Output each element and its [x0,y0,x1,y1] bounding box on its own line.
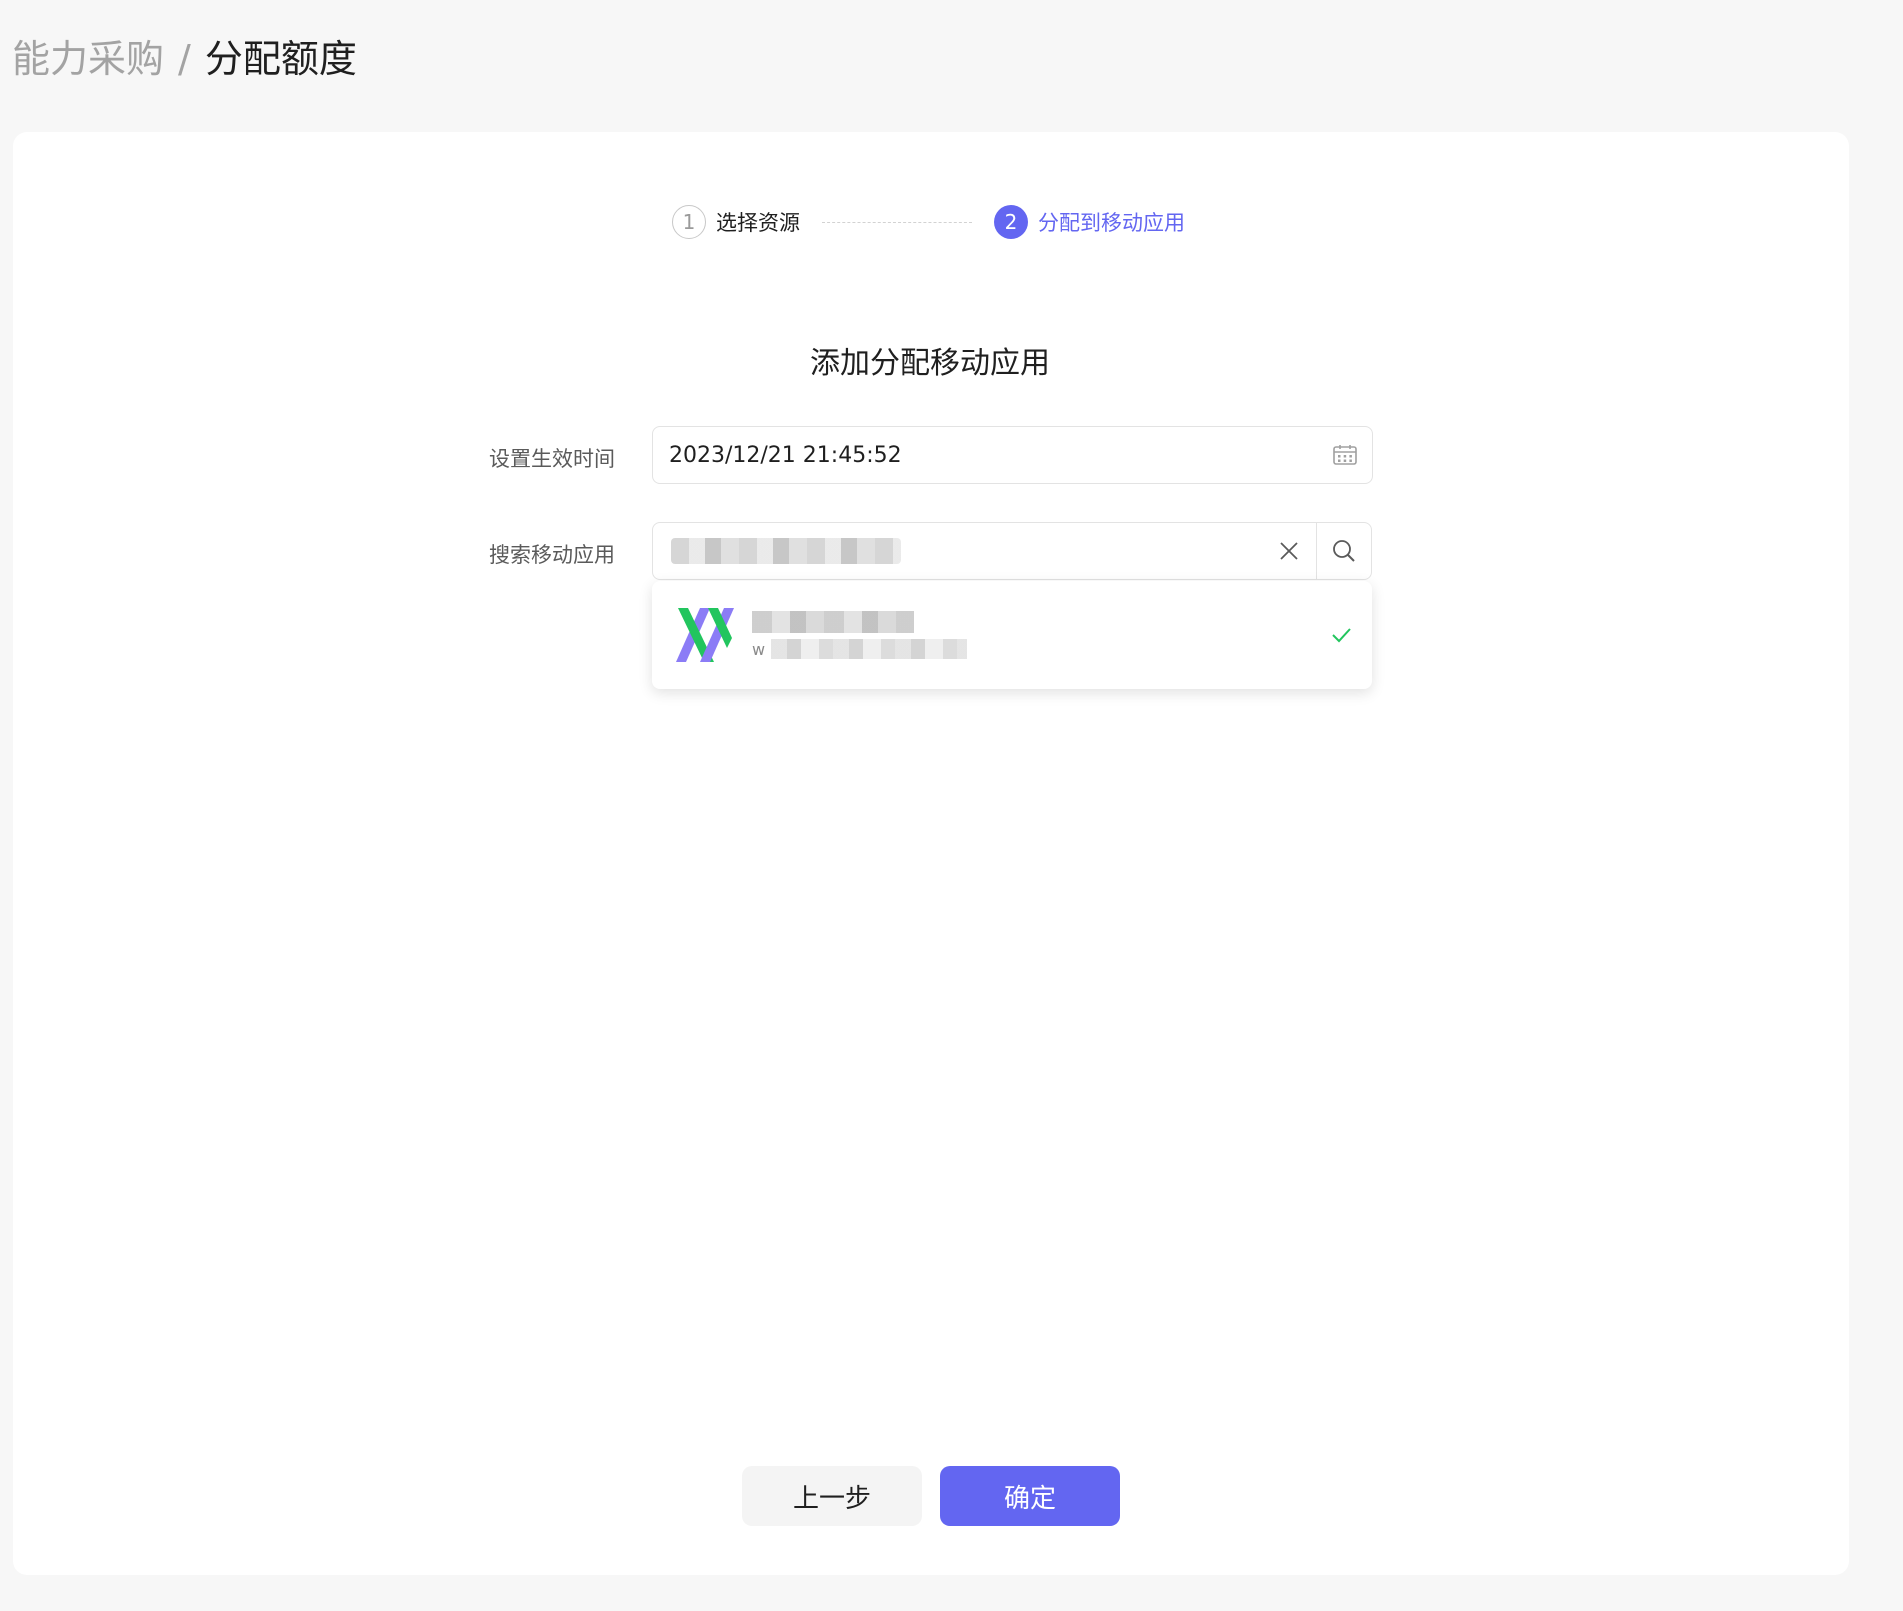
step-assign-app: 2 分配到移动应用 [994,205,1185,239]
search-app-field [652,522,1372,580]
breadcrumb-separator: / [178,37,191,81]
search-app-input[interactable] [653,523,1262,579]
search-icon [1333,540,1355,562]
close-icon [1280,542,1298,560]
redacted-search-text [671,538,901,564]
step-connector [822,221,972,223]
step-select-resource: 1 选择资源 [672,205,800,239]
app-info[interactable]: w [752,611,968,659]
redacted-app-name [752,611,914,633]
steps-indicator: 1 选择资源 2 分配到移动应用 [672,202,1185,242]
clear-button[interactable] [1262,523,1316,579]
breadcrumb: 能力采购 / 分配额度 [12,34,357,84]
redacted-app-package [771,639,968,659]
search-button[interactable] [1316,523,1371,579]
page-title: 分配额度 [204,37,357,81]
step-number: 1 [672,205,706,239]
effective-time-picker[interactable]: 2023/12/21 21:45:52 [652,426,1373,484]
app-package-row: w [752,639,968,659]
step-label: 分配到移动应用 [1038,211,1185,235]
effective-time-value[interactable]: 2023/12/21 21:45:52 [653,443,1332,468]
app-package-initial: w [752,639,766,659]
confirm-button[interactable]: 确定 [940,1466,1120,1526]
step-label: 选择资源 [716,211,800,235]
step-number: 2 [994,205,1028,239]
app-logo [674,606,736,664]
search-app-label: 搜索移动应用 [489,543,615,567]
effective-time-label: 设置生效时间 [489,447,615,471]
section-title: 添加分配移动应用 [810,346,1050,381]
search-result-dropdown: w [652,581,1372,689]
calendar-icon[interactable] [1332,443,1358,467]
app-logo-icon [676,608,734,662]
breadcrumb-parent[interactable]: 能力采购 [12,34,164,84]
check-icon [1332,628,1351,643]
prev-step-button[interactable]: 上一步 [742,1466,922,1526]
